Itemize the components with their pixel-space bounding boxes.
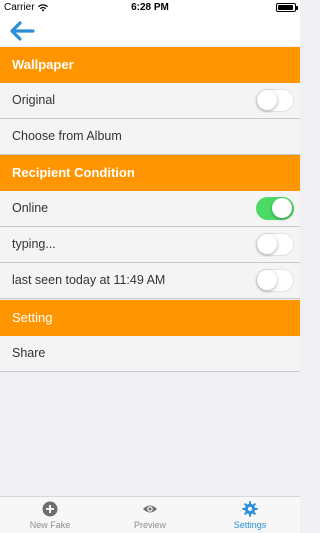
last-seen-toggle[interactable]: [256, 269, 294, 292]
battery-indicator: [276, 3, 298, 12]
row-label: Share: [12, 346, 46, 360]
row-label: Online: [12, 201, 49, 215]
tab-label: Preview: [133, 520, 166, 530]
row-original[interactable]: Original: [0, 83, 300, 119]
tab-label: Settings: [233, 520, 267, 530]
back-button[interactable]: [8, 20, 36, 42]
status-time: 6:28 PM: [131, 2, 169, 13]
gear-icon: [242, 501, 258, 517]
section-header-recipient-condition: Recipient Condition: [0, 155, 300, 191]
eye-icon: [143, 505, 157, 513]
row-online[interactable]: Online: [0, 191, 300, 227]
battery-icon: [276, 3, 298, 12]
row-label: typing...: [12, 237, 56, 251]
tab-bar: New Fake Preview Settings: [0, 496, 300, 533]
row-last-seen[interactable]: last seen today at 11:49 AM: [0, 263, 300, 299]
typing-toggle[interactable]: [256, 233, 294, 256]
tab-preview[interactable]: Preview: [100, 497, 200, 533]
online-toggle[interactable]: [256, 197, 294, 220]
row-label: Original: [12, 93, 56, 107]
original-toggle[interactable]: [256, 89, 294, 112]
row-label: Choose from Album: [12, 129, 122, 143]
tab-new-fake[interactable]: New Fake: [0, 497, 100, 533]
status-bar: Carrier 6:28 PM: [0, 0, 300, 16]
row-typing[interactable]: typing...: [0, 227, 300, 263]
tab-label: New Fake: [29, 520, 71, 530]
plus-circle-icon: [42, 501, 58, 517]
row-share[interactable]: Share: [0, 336, 300, 372]
tab-settings[interactable]: Settings: [200, 497, 300, 533]
section-header-wallpaper: Wallpaper: [0, 47, 300, 83]
navigation-bar: [0, 16, 300, 46]
section-header-setting: Setting: [0, 300, 300, 336]
back-arrow-icon: [10, 21, 35, 41]
row-label: last seen today at 11:49 AM: [12, 273, 166, 287]
row-choose-from-album[interactable]: Choose from Album: [0, 119, 300, 155]
